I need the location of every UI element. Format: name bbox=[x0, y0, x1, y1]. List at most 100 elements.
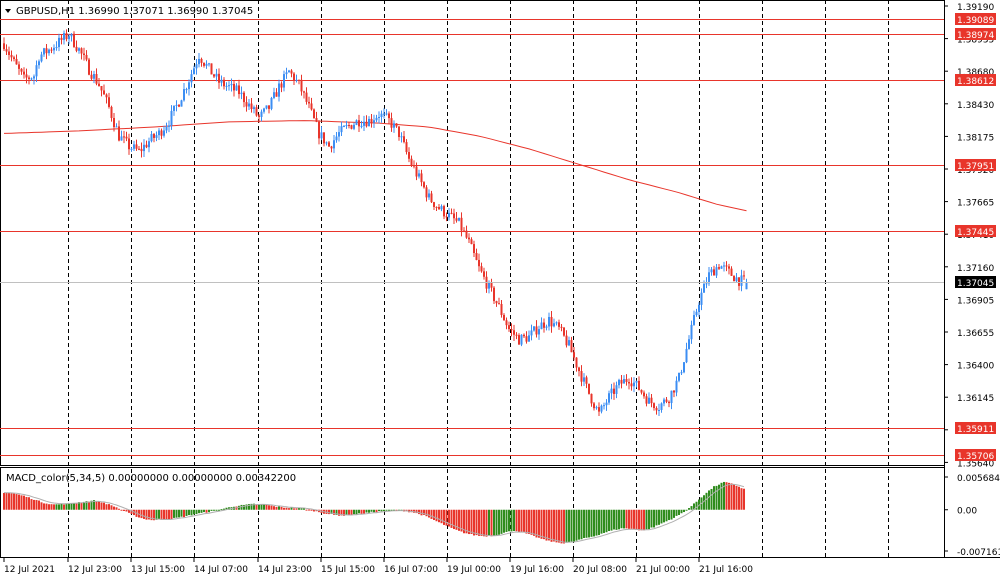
macd-bar bbox=[113, 506, 115, 510]
candle-body bbox=[555, 322, 558, 324]
candle-body bbox=[420, 173, 423, 183]
candle-body bbox=[473, 244, 475, 254]
macd-bar bbox=[70, 503, 73, 510]
candle-body bbox=[130, 148, 133, 150]
candle-body bbox=[593, 403, 595, 409]
macd-bar bbox=[445, 509, 448, 526]
candle-body bbox=[708, 272, 710, 284]
candle-body bbox=[613, 388, 615, 394]
candle-body bbox=[415, 166, 418, 177]
candle-body bbox=[185, 89, 188, 91]
candle-body bbox=[453, 213, 455, 219]
macd-bar bbox=[675, 509, 678, 516]
candle-body bbox=[68, 36, 70, 40]
macd-bar bbox=[498, 509, 500, 535]
macd-bar bbox=[600, 509, 603, 534]
macd-bar bbox=[468, 509, 470, 535]
candle-body bbox=[538, 329, 540, 335]
macd-bar bbox=[163, 509, 165, 520]
time-tick-label: 13 Jul 15:00 bbox=[131, 565, 185, 575]
candle-body bbox=[628, 382, 630, 384]
candle-body bbox=[228, 85, 230, 87]
macd-bar bbox=[435, 509, 438, 522]
macd-bar bbox=[733, 484, 735, 510]
candle-body bbox=[410, 158, 413, 166]
time-axis: 12 Jul 2021 12 Jul 23:00 13 Jul 15:00 14 Ju… bbox=[3, 557, 753, 575]
candle-body bbox=[655, 408, 658, 411]
macd-bar bbox=[665, 509, 668, 522]
candle-body bbox=[703, 283, 705, 293]
macd-bar bbox=[30, 499, 33, 510]
candle-body bbox=[125, 136, 128, 139]
candle-body bbox=[580, 371, 583, 382]
candle-body bbox=[320, 132, 323, 139]
candle-body bbox=[513, 330, 515, 335]
candle-body bbox=[93, 74, 95, 79]
candle-body bbox=[210, 63, 213, 75]
candle-body bbox=[78, 48, 80, 51]
candle-body bbox=[35, 65, 38, 77]
candle-body bbox=[148, 141, 150, 148]
candle-body bbox=[155, 135, 158, 138]
candle-body bbox=[303, 91, 305, 93]
macd-bar bbox=[200, 509, 203, 513]
candle-body bbox=[573, 352, 575, 358]
macd-axis: 0.0056843 0.00 -0.0071613 bbox=[944, 474, 1000, 558]
macd-bar bbox=[680, 509, 683, 514]
candle-body bbox=[98, 83, 100, 86]
macd-bar bbox=[205, 509, 208, 513]
macd-bar bbox=[378, 509, 380, 512]
macd-bar bbox=[618, 509, 620, 530]
macd-bar bbox=[578, 509, 580, 540]
candle-body bbox=[30, 78, 33, 80]
candle-body bbox=[705, 283, 708, 285]
candle-body bbox=[560, 326, 563, 328]
candle-body bbox=[683, 362, 685, 373]
candle-body bbox=[378, 116, 380, 118]
candle-body bbox=[255, 107, 258, 116]
macd-bar bbox=[180, 509, 183, 517]
candle-body bbox=[325, 142, 328, 144]
macd-bar bbox=[490, 509, 493, 537]
symbol-dropdown-icon[interactable] bbox=[5, 9, 11, 13]
candle-body bbox=[490, 282, 493, 288]
candle-body bbox=[605, 402, 608, 406]
candle-body bbox=[643, 392, 645, 397]
macd-bar bbox=[570, 509, 573, 542]
candle-body bbox=[440, 206, 443, 210]
macd-bar bbox=[503, 509, 505, 533]
candle-body bbox=[215, 73, 218, 77]
candle-body bbox=[670, 390, 673, 404]
macd-bar bbox=[645, 509, 648, 530]
candle-body bbox=[615, 385, 618, 394]
macd-bar bbox=[605, 509, 608, 533]
candle-body bbox=[380, 113, 383, 117]
macd-bar bbox=[603, 509, 605, 533]
macd-bar bbox=[420, 509, 423, 516]
candle-body bbox=[588, 383, 590, 394]
macd-bar bbox=[505, 509, 508, 532]
macd-tick-label: -0.0071613 bbox=[957, 548, 1000, 558]
macd-bar bbox=[98, 501, 100, 510]
candle-body bbox=[583, 377, 585, 382]
candle-body bbox=[625, 379, 628, 383]
candle-body bbox=[208, 63, 210, 65]
chart-canvas[interactable]: 1.391901.389351.386801.384301.381751.379… bbox=[0, 0, 1000, 581]
candle-body bbox=[620, 379, 623, 384]
candle-body bbox=[668, 401, 670, 404]
candle-body bbox=[383, 113, 385, 115]
trading-chart-window[interactable]: 1.391901.389351.386801.384301.381751.379… bbox=[0, 0, 1000, 581]
macd-bar bbox=[375, 509, 378, 513]
macd-bar bbox=[483, 509, 485, 537]
candle-body bbox=[503, 314, 505, 321]
candle-body bbox=[680, 372, 683, 374]
candle-body bbox=[578, 367, 580, 372]
candle-body bbox=[283, 74, 285, 88]
candle-body bbox=[695, 311, 698, 316]
macd-bar bbox=[540, 509, 543, 539]
candle-body bbox=[585, 377, 588, 384]
candle-body bbox=[470, 239, 473, 245]
macd-bar bbox=[203, 509, 205, 513]
candle-body bbox=[740, 275, 743, 286]
candle-body bbox=[523, 334, 525, 337]
